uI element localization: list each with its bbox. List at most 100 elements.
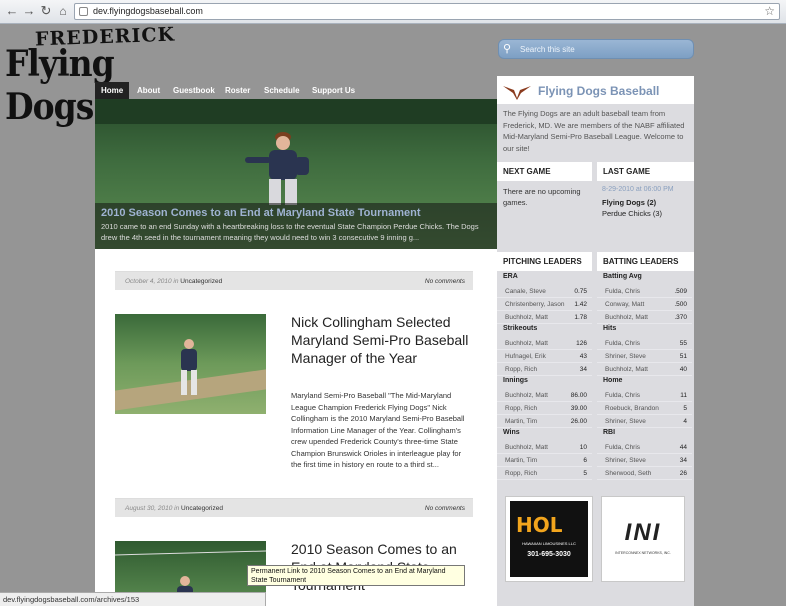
leader-name[interactable]: Fulda, Chris	[605, 392, 640, 399]
leader-value: 6	[583, 457, 587, 464]
site-logo[interactable]: FREDERICK Flying Dogs	[5, 24, 175, 128]
leader-name[interactable]: Fulda, Chris	[605, 444, 640, 451]
sidebar-intro: The Flying Dogs are an adult baseball te…	[503, 109, 685, 153]
batting-heading: BATTING LEADERS	[597, 252, 694, 271]
leader-name[interactable]: Fulda, Chris	[605, 340, 640, 347]
leader-row: Ropp, Rich 39.00	[497, 402, 592, 415]
leader-name[interactable]: Buchholz, Matt	[605, 366, 648, 373]
home-icon[interactable]: ⌂	[55, 3, 71, 19]
leader-name[interactable]: Shriner, Steve	[605, 457, 646, 464]
leader-name[interactable]: Conway, Matt	[605, 301, 644, 308]
leader-value: 43	[579, 353, 587, 360]
nav-schedule[interactable]: Schedule	[258, 82, 306, 99]
leader-name[interactable]: Buchholz, Matt	[505, 314, 548, 321]
link-tooltip: Permanent Link to 2010 Season Comes to a…	[247, 565, 465, 586]
leader-row: Fulda, Chris 55	[597, 337, 692, 350]
post-meta: August 30, 2010 in Uncategorized No comm…	[115, 498, 473, 517]
post-category[interactable]: Uncategorized	[180, 278, 222, 285]
next-game-heading: NEXT GAME	[497, 162, 592, 181]
leader-name[interactable]: Shriner, Steve	[605, 418, 646, 425]
leader-name[interactable]: Ropp, Rich	[505, 405, 537, 412]
bat-logo-icon	[503, 86, 531, 100]
leader-value: 5	[583, 470, 587, 477]
last-game-team1: Flying Dogs (2)	[602, 198, 657, 207]
featured-slider[interactable]: 2010 Season Comes to an End at Maryland …	[95, 99, 497, 249]
last-game-team2: Perdue Chicks (3)	[602, 209, 663, 218]
hero-excerpt: 2010 came to an end Sunday with a heartb…	[101, 222, 479, 242]
back-icon[interactable]: ←	[4, 3, 20, 19]
leader-row: Shriner, Steve 34	[597, 454, 692, 467]
leader-name[interactable]: Christenberry, Jason	[505, 301, 565, 308]
leader-row: Buchholz, Matt .370	[597, 311, 692, 324]
address-url: dev.flyingdogsbaseball.com	[93, 6, 203, 16]
leader-name[interactable]: Buchholz, Matt	[505, 340, 548, 347]
pitching-heading: PITCHING LEADERS	[497, 252, 592, 271]
leader-category: Strikeouts	[503, 325, 538, 332]
forward-icon[interactable]: →	[21, 3, 37, 19]
sponsor-name: INI	[624, 519, 662, 546]
leader-name[interactable]: Martin, Tim	[505, 457, 537, 464]
leader-name[interactable]: Sherwood, Seth	[605, 470, 651, 477]
post-category[interactable]: Uncategorized	[181, 505, 223, 512]
nav-roster[interactable]: Roster	[219, 82, 256, 99]
search-input[interactable]: Search this site	[520, 45, 575, 54]
post-comments-link[interactable]: No comments	[425, 272, 465, 291]
leader-value: 126	[576, 340, 587, 347]
leader-name[interactable]: Canale, Steve	[505, 288, 546, 295]
leader-value: 10	[579, 444, 587, 451]
search-box[interactable]: ⚲ Search this site	[498, 39, 694, 59]
leader-row: Christenberry, Jason 1.42	[497, 298, 592, 311]
leader-row: Buchholz, Matt 40	[597, 363, 692, 376]
nav-home[interactable]: Home	[95, 82, 130, 99]
leader-name[interactable]: Ropp, Rich	[505, 470, 537, 477]
nav-guestbook[interactable]: Guestbook	[167, 82, 221, 99]
sidebar-title: Flying Dogs Baseball	[538, 84, 660, 98]
status-bar: dev.flyingdogsbaseball.com/archives/153	[0, 592, 266, 606]
leader-row: Ropp, Rich 34	[497, 363, 592, 376]
leader-name[interactable]: Buchholz, Matt	[505, 392, 548, 399]
leader-category: Home	[603, 377, 623, 384]
sponsor-phone: 301-695-3030	[527, 551, 571, 558]
page-favicon-icon	[79, 7, 88, 16]
leader-name[interactable]: Ropp, Rich	[505, 366, 537, 373]
leader-name[interactable]: Fulda, Chris	[605, 288, 640, 295]
sidebar: Flying Dogs Baseball The Flying Dogs are…	[497, 76, 694, 606]
leader-name[interactable]: Hufnagel, Erik	[505, 353, 546, 360]
leader-row: Roebuck, Brandon 5	[597, 402, 692, 415]
sponsor-name: HOL	[516, 513, 563, 537]
leader-value: 11	[680, 392, 687, 399]
leader-name[interactable]: Shriner, Steve	[605, 353, 646, 360]
sidebar-header: Flying Dogs Baseball	[497, 76, 694, 104]
leader-row: Buchholz, Matt 126	[497, 337, 592, 350]
leader-row: Fulda, Chris .509	[597, 285, 692, 298]
leader-value: 39.00	[570, 405, 587, 412]
sponsor-hol[interactable]: HOL HAWAIIAN LIMOUSINES LLC 301-695-3030	[505, 496, 593, 582]
leader-name[interactable]: Buchholz, Matt	[605, 314, 648, 321]
leader-name[interactable]: Martin, Tim	[505, 418, 537, 425]
post-title[interactable]: Nick Collingham Selected Maryland Semi-P…	[291, 313, 471, 367]
leader-row: Buchholz, Matt 1.78	[497, 311, 592, 324]
leader-row: Shriner, Steve 51	[597, 350, 692, 363]
bookmark-star-icon[interactable]: ☆	[764, 4, 775, 18]
browser-toolbar: ← → ↻ ⌂ dev.flyingdogsbaseball.com ☆	[0, 0, 786, 24]
leader-value: 55	[679, 340, 687, 347]
nav-about[interactable]: About	[131, 82, 166, 99]
leader-category: Hits	[603, 325, 617, 332]
address-bar[interactable]: dev.flyingdogsbaseball.com ☆	[74, 3, 780, 20]
post-comments-link[interactable]: No comments	[425, 499, 465, 518]
nav-support-us[interactable]: Support Us	[306, 82, 361, 99]
leader-row: Shriner, Steve 4	[597, 415, 692, 428]
leader-name[interactable]: Buchholz, Matt	[505, 444, 548, 451]
leader-row: Buchholz, Matt 86.00	[497, 389, 592, 402]
sponsor-ini[interactable]: INI INTERCONNEX NETWORKS, INC.	[601, 496, 685, 582]
leader-row: Conway, Matt .500	[597, 298, 692, 311]
page: ← → ↻ ⌂ dev.flyingdogsbaseball.com ☆ FRE…	[0, 0, 786, 606]
post-thumbnail[interactable]	[115, 314, 266, 414]
leader-category: Wins	[503, 429, 520, 436]
reload-icon[interactable]: ↻	[38, 3, 54, 19]
leader-name[interactable]: Roebuck, Brandon	[605, 405, 659, 412]
leader-row: Buchholz, Matt 10	[497, 441, 592, 454]
hero-title[interactable]: 2010 Season Comes to an End at Maryland …	[101, 207, 421, 219]
main-nav: Home About Guestbook Roster Schedule Sup…	[95, 82, 497, 99]
leader-value: 26.00	[570, 418, 587, 425]
